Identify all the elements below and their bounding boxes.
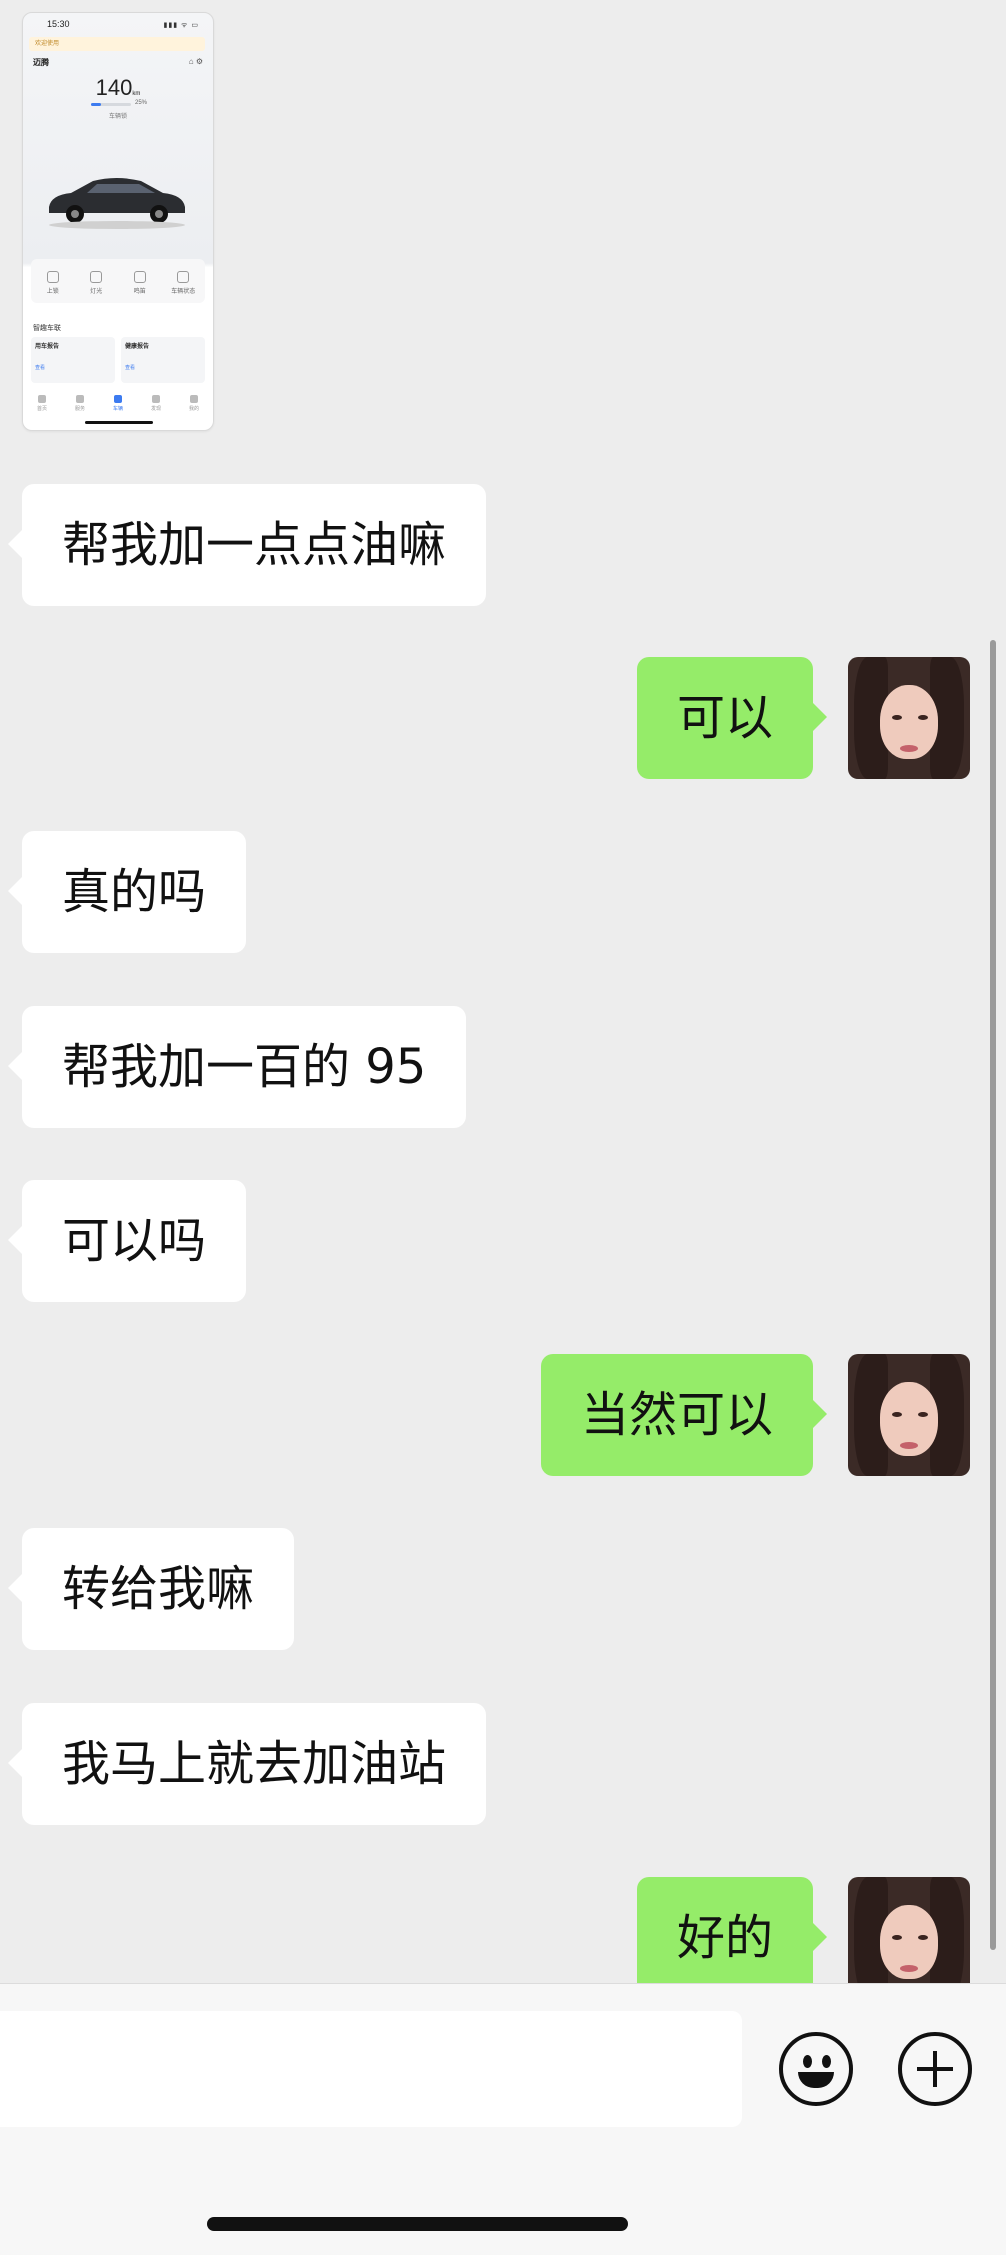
screenshot-tab-label: 车辆 [112, 406, 123, 412]
message-incoming: 转给我嘛 [7, 1528, 295, 1650]
screenshot-card-title: 健康报告 [125, 344, 150, 350]
plus-circle-icon[interactable] [898, 2032, 972, 2106]
screenshot-fuel-pct: 25% [135, 100, 148, 106]
screenshot-control-label: 车辆状态 [171, 289, 196, 295]
screenshot-sub-text: 车辆锁 [108, 114, 127, 120]
screenshot-tab: 首页 [37, 395, 47, 412]
screenshot-section-title: 智趣车联 [33, 325, 61, 332]
smiley-icon[interactable] [779, 2032, 853, 2106]
chat-scrollbar[interactable] [990, 640, 996, 1950]
screenshot-tab: 车辆 [113, 395, 123, 412]
screenshot-control-label: 灯光 [90, 289, 103, 295]
message-incoming: 可以吗 [7, 1180, 247, 1302]
screenshot-tab: 服务 [75, 395, 85, 412]
screenshot-car-name: 迈腾 [33, 58, 49, 67]
screenshot-banner: 欢迎使用 [29, 37, 205, 51]
user-avatar[interactable] [848, 1354, 970, 1476]
shared-screenshot-image[interactable]: 15:30 ▮▮▮ ᯤ ▭ 欢迎使用 迈腾 ⌂ ⚙ 140km 25% 车辆锁 … [22, 12, 214, 431]
screenshot-range-unit: km [132, 91, 141, 97]
message-bubble[interactable]: 真的吗 [7, 831, 247, 953]
message-incoming: 我马上就去加油站 [7, 1703, 487, 1825]
screenshot-range-value: 140 [95, 75, 133, 100]
screenshot-control-label: 上锁 [46, 289, 59, 295]
message-outgoing: 好的 [636, 1877, 828, 1983]
chat-area[interactable]: 15:30 ▮▮▮ ᯤ ▭ 欢迎使用 迈腾 ⌂ ⚙ 140km 25% 车辆锁 … [0, 0, 1006, 1983]
user-avatar[interactable] [848, 657, 970, 779]
message-outgoing: 当然可以 [540, 1354, 828, 1476]
screenshot-tab: 发现 [151, 395, 161, 412]
screenshot-card: 健康报告 查看 [121, 337, 205, 383]
message-bubble[interactable]: 可以 [636, 657, 828, 779]
message-incoming: 帮我加一百的 95 [7, 1006, 467, 1128]
screenshot-card: 用车报告 查看 [31, 337, 115, 383]
message-bubble[interactable]: 我马上就去加油站 [7, 1703, 487, 1825]
screenshot-home-indicator [85, 421, 153, 424]
screenshot-header-icons: ⌂ ⚙ [188, 57, 203, 66]
screenshot-control-label: 鸣笛 [133, 289, 146, 295]
message-bubble[interactable]: 当然可以 [540, 1354, 828, 1476]
message-bubble[interactable]: 帮我加一点点油嘛 [7, 484, 487, 606]
home-indicator[interactable] [207, 2217, 628, 2231]
screenshot-range: 140km [23, 75, 213, 101]
screenshot-car-image [49, 178, 185, 229]
screenshot-signal-icons: ▮▮▮ ᯤ ▭ [163, 22, 199, 29]
screenshot-control: 车辆状态 [169, 267, 197, 295]
message-outgoing: 可以 [636, 657, 828, 779]
screenshot-time: 15:30 [47, 19, 70, 29]
screenshot-card-title: 用车报告 [35, 344, 60, 350]
screenshot-control: 上锁 [39, 267, 67, 295]
screenshot-status-bar: 15:30 ▮▮▮ ᯤ ▭ [23, 19, 213, 31]
screenshot-tab: 我的 [189, 395, 199, 412]
screenshot-card-detail: 查看 [125, 365, 136, 371]
input-bar [0, 1983, 1006, 2255]
message-incoming: 真的吗 [7, 831, 247, 953]
message-input[interactable] [0, 2011, 742, 2127]
message-bubble[interactable]: 帮我加一百的 95 [7, 1006, 467, 1128]
screenshot-tab-bar: 首页 服务 车辆 发现 我的 [23, 395, 213, 412]
message-bubble[interactable]: 可以吗 [7, 1180, 247, 1302]
screenshot-fuel-bar-fill [91, 103, 101, 106]
message-incoming: 帮我加一点点油嘛 [7, 484, 487, 606]
screenshot-control: 鸣笛 [126, 267, 154, 295]
screenshot-card-detail: 查看 [35, 365, 46, 371]
screenshot-tab-label: 我的 [188, 406, 199, 412]
screenshot-tab-label: 发现 [150, 406, 161, 412]
screenshot-tab-label: 首页 [36, 406, 47, 412]
message-bubble[interactable]: 转给我嘛 [7, 1528, 295, 1650]
screenshot-tab-label: 服务 [74, 406, 85, 412]
screenshot-controls: 上锁 灯光 鸣笛 车辆状态 [31, 259, 205, 303]
screenshot-control: 灯光 [82, 267, 110, 295]
user-avatar[interactable] [848, 1877, 970, 1983]
screenshot-cards: 用车报告查看 健康报告查看 [31, 337, 205, 383]
screenshot-fuel-bar [91, 103, 131, 106]
message-bubble[interactable]: 好的 [636, 1877, 828, 1983]
